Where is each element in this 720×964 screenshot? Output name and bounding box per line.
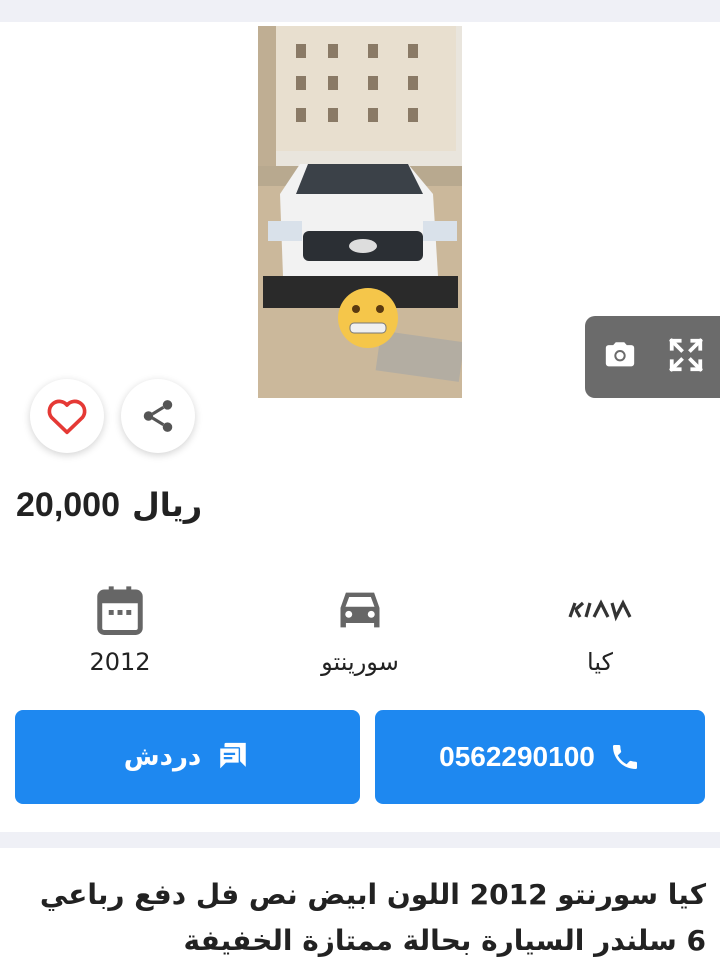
- heart-outline-icon: [47, 399, 87, 435]
- fullscreen-icon[interactable]: [667, 336, 705, 374]
- price: ريال 20,000: [16, 486, 202, 536]
- image-gallery[interactable]: [0, 22, 720, 453]
- phone-number: 0562290100: [439, 741, 595, 772]
- media-controls: [585, 316, 720, 398]
- kia-logo: [568, 599, 632, 622]
- price-currency: ريال: [132, 486, 203, 524]
- share-button[interactable]: [121, 379, 195, 453]
- section-divider: [0, 832, 720, 848]
- spec-model-value: سورينتو: [321, 648, 399, 676]
- listing-photo[interactable]: [258, 26, 462, 398]
- chat-button-label: دردش: [123, 742, 202, 772]
- phone-icon: [612, 745, 637, 769]
- spec-summary: 2012 سورينتو كيا: [0, 580, 720, 690]
- spec-make-value: كيا: [587, 648, 613, 676]
- chat-button[interactable]: دردش: [15, 710, 360, 804]
- chat-icon: [220, 742, 247, 769]
- favorite-button[interactable]: [30, 379, 104, 453]
- camera-icon[interactable]: [603, 338, 637, 372]
- calendar-icon: [97, 586, 143, 635]
- spec-make: كيا: [500, 580, 700, 676]
- spec-year-value: 2012: [89, 648, 151, 676]
- listing-description: كيا سورنتو 2012 اللون ابيض نص فل دفع ربا…: [39, 878, 706, 957]
- spec-year: 2012: [20, 580, 220, 676]
- share-icon: [143, 400, 173, 432]
- price-value: 20,000: [16, 486, 120, 524]
- call-button[interactable]: 0562290100: [375, 710, 705, 804]
- spec-model: سورينتو: [260, 580, 460, 676]
- top-separator: [0, 0, 720, 22]
- car-icon: [340, 592, 380, 628]
